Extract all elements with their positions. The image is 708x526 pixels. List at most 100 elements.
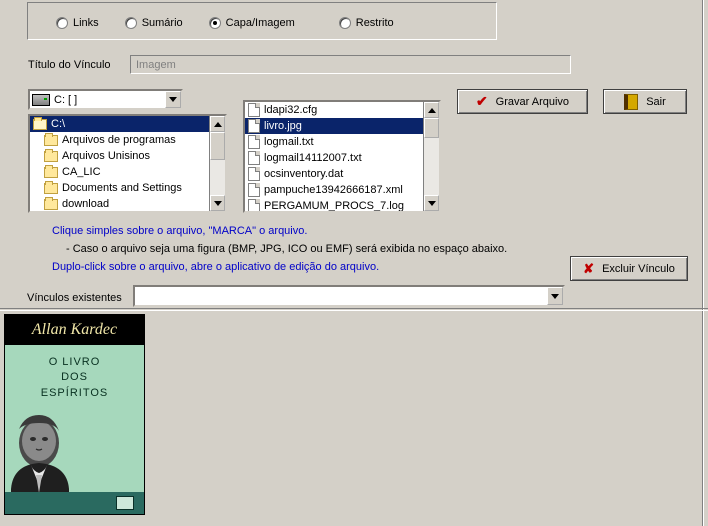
radio-capa-imagem[interactable]: Capa/Imagem <box>209 11 295 35</box>
radio-icon <box>125 17 137 29</box>
file-item-selected[interactable]: livro.jpg <box>245 118 423 134</box>
folder-listbox[interactable]: C:\ Arquivos de programas Arquivos Unisi… <box>28 114 227 213</box>
chevron-down-icon <box>428 201 436 206</box>
book-publisher-strip <box>5 492 144 514</box>
dropdown-button[interactable] <box>165 91 181 108</box>
file-item[interactable]: pampuche13942666187.xml <box>245 182 423 198</box>
file-label: logmail14112007.txt <box>264 152 362 164</box>
file-icon <box>248 183 260 197</box>
excluir-vinculo-button[interactable]: ✘ Excluir Vínculo <box>570 256 688 281</box>
link-type-radio-group: Links Sumário Capa/Imagem Restrito <box>27 2 497 40</box>
scroll-thumb[interactable] <box>210 132 225 160</box>
drive-text: C: [ ] <box>54 94 165 106</box>
file-list-inner: ldapi32.cfg livro.jpg logmail.txt logmai… <box>245 102 423 211</box>
file-listbox[interactable]: ldapi32.cfg livro.jpg logmail.txt logmai… <box>243 100 441 213</box>
file-item[interactable]: PERGAMUM_PROCS_7.log <box>245 198 423 211</box>
folder-label: Arquivos de programas <box>62 134 176 146</box>
file-icon <box>248 135 260 149</box>
book-title-line: ESPÍRITOS <box>41 387 108 399</box>
file-label: logmail.txt <box>264 136 314 148</box>
sair-button[interactable]: Sair <box>603 89 687 114</box>
radio-icon <box>339 17 351 29</box>
scroll-thumb[interactable] <box>424 118 439 138</box>
folder-label: download <box>62 198 109 210</box>
radio-links[interactable]: Links <box>56 11 99 35</box>
hint-image-note: - Caso o arquivo seja uma figura (BMP, J… <box>66 243 507 255</box>
file-label: pampuche13942666187.xml <box>264 184 403 196</box>
radio-icon <box>56 17 68 29</box>
titulo-vinculo-label: Título do Vínculo <box>28 59 111 71</box>
file-icon <box>248 167 260 181</box>
button-label: Sair <box>646 96 666 108</box>
gravar-arquivo-button[interactable]: ✔ Gravar Arquivo <box>457 89 588 114</box>
folder-label: CA_LIC <box>62 166 101 178</box>
folder-icon <box>44 167 58 178</box>
book-author: Allan Kardec <box>5 315 144 345</box>
folder-item[interactable]: download <box>30 196 209 211</box>
file-item[interactable]: ldapi32.cfg <box>245 102 423 118</box>
folder-root[interactable]: C:\ <box>30 116 209 132</box>
radio-label: Capa/Imagem <box>226 17 295 29</box>
delete-icon: ✘ <box>583 261 594 277</box>
chevron-down-icon <box>214 201 222 206</box>
scroll-up-button[interactable] <box>424 102 439 118</box>
scroll-down-button[interactable] <box>210 195 225 211</box>
folder-icon <box>44 151 58 162</box>
exit-door-icon <box>624 94 638 110</box>
file-item[interactable]: ocsinventory.dat <box>245 166 423 182</box>
radio-icon <box>209 17 221 29</box>
folder-label: C:\ <box>51 118 65 130</box>
folder-icon <box>44 183 58 194</box>
file-label: PERGAMUM_PROCS_7.log <box>264 200 404 211</box>
book-title-line: DOS <box>61 371 88 383</box>
folder-item[interactable]: Documents and Settings <box>30 180 209 196</box>
check-icon: ✔ <box>476 93 488 110</box>
radio-restrito[interactable]: Restrito <box>339 11 394 35</box>
drive-combobox[interactable]: C: [ ] <box>28 89 183 110</box>
book-title-line: O LIVRO <box>49 356 101 368</box>
book-body: O LIVRO DOS ESPÍRITOS <box>5 345 144 514</box>
file-item[interactable]: logmail14112007.txt <box>245 150 423 166</box>
radio-label: Sumário <box>142 17 183 29</box>
vinculos-existentes-label: Vínculos existentes <box>27 292 122 304</box>
vinculos-existentes-combobox[interactable] <box>133 285 565 307</box>
folder-icon <box>44 135 58 146</box>
file-icon <box>248 151 260 165</box>
file-label: livro.jpg <box>264 120 302 132</box>
radio-sumario[interactable]: Sumário <box>125 11 183 35</box>
folder-label: Documents and Settings <box>62 182 182 194</box>
titulo-vinculo-input <box>130 55 571 74</box>
scrollbar[interactable] <box>423 102 439 211</box>
hint-single-click: Clique simples sobre o arquivo, "MARCA" … <box>52 225 307 237</box>
radio-label: Restrito <box>356 17 394 29</box>
scroll-track[interactable] <box>424 118 439 195</box>
folder-icon <box>44 199 58 210</box>
file-item[interactable]: logmail.txt <box>245 134 423 150</box>
dropdown-button[interactable] <box>547 287 563 305</box>
button-label: Excluir Vínculo <box>602 263 675 275</box>
folder-item[interactable]: CA_LIC <box>30 164 209 180</box>
folder-item[interactable]: Arquivos de programas <box>30 132 209 148</box>
publisher-logo-icon <box>116 496 134 510</box>
scroll-up-button[interactable] <box>210 116 225 132</box>
book-title: O LIVRO DOS ESPÍRITOS <box>5 345 144 401</box>
folder-item[interactable]: Arquivos Unisinos <box>30 148 209 164</box>
combo-value <box>135 287 547 305</box>
scroll-track[interactable] <box>210 132 225 195</box>
image-preview: Allan Kardec O LIVRO DOS ESPÍRITOS <box>4 314 145 515</box>
folder-open-icon <box>33 119 47 130</box>
file-label: ldapi32.cfg <box>264 104 317 116</box>
file-icon <box>248 103 260 117</box>
folder-list-inner: C:\ Arquivos de programas Arquivos Unisi… <box>30 116 209 211</box>
disk-drive-icon <box>32 94 50 106</box>
chevron-down-icon <box>551 294 559 299</box>
folder-label: Arquivos Unisinos <box>62 150 150 162</box>
chevron-down-icon <box>169 97 177 102</box>
scrollbar[interactable] <box>209 116 225 211</box>
chevron-up-icon <box>428 108 436 113</box>
scroll-down-button[interactable] <box>424 195 439 211</box>
file-icon <box>248 199 260 211</box>
hint-double-click: Duplo-click sobre o arquivo, abre o apli… <box>52 261 379 273</box>
radio-label: Links <box>73 17 99 29</box>
file-label: ocsinventory.dat <box>264 168 343 180</box>
